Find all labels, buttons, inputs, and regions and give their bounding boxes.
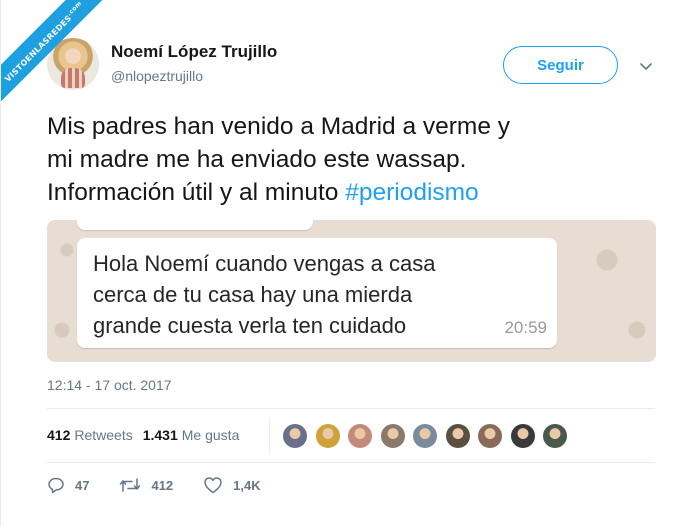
- tweet-card: VISTOENLASREDES.com Noemí López Trujillo…: [0, 0, 700, 526]
- user-handle[interactable]: @nlopeztrujillo: [111, 68, 203, 84]
- user-name[interactable]: Noemí López Trujillo: [111, 42, 277, 62]
- divider: [47, 462, 655, 463]
- like-count: 1,4K: [233, 477, 261, 493]
- liker-avatar[interactable]: [477, 423, 503, 449]
- liker-avatar[interactable]: [282, 423, 308, 449]
- retweets-stat[interactable]: 412 Retweets: [47, 427, 133, 443]
- follow-button[interactable]: Seguir: [503, 46, 618, 84]
- heart-icon: [204, 477, 222, 494]
- watermark-text: VISTOENLASREDES.com: [1, 0, 109, 107]
- liker-avatar[interactable]: [444, 423, 471, 449]
- message-line: grande cuesta verla ten cuidado: [93, 313, 407, 338]
- message-time: 20:59: [504, 318, 547, 337]
- chevron-down-icon[interactable]: [638, 58, 654, 74]
- previous-message-bubble: [77, 220, 313, 230]
- tweet-stats: 412 Retweets 1.431 Me gusta: [47, 427, 249, 443]
- liker-avatar[interactable]: [379, 423, 406, 449]
- likes-stat[interactable]: 1.431 Me gusta: [143, 427, 240, 443]
- retweet-icon: [120, 478, 141, 492]
- hashtag-link[interactable]: #periodismo: [345, 179, 478, 206]
- divider: [47, 408, 655, 409]
- reply-count: 47: [75, 477, 90, 493]
- tweet-line: Mis padres han venido a Madrid a verme y: [47, 113, 510, 140]
- liker-avatars: [282, 423, 575, 449]
- whatsapp-message-bubble: Hola Noemí cuando vengas a casa cerca de…: [77, 238, 557, 348]
- retweet-button[interactable]: 412: [119, 476, 173, 494]
- liker-avatar[interactable]: [509, 423, 536, 449]
- message-line: Hola Noemí cuando vengas a casa: [93, 251, 436, 276]
- tweet-image[interactable]: Hola Noemí cuando vengas a casa cerca de…: [47, 220, 656, 362]
- reply-button[interactable]: 47: [47, 476, 89, 494]
- tweet-text: Mis padres han venido a Madrid a verme y…: [47, 110, 667, 209]
- liker-avatar[interactable]: [542, 423, 568, 449]
- like-button[interactable]: 1,4K: [203, 476, 261, 494]
- tweet-timestamp[interactable]: 12:14 - 17 oct. 2017: [47, 377, 172, 393]
- liker-avatar[interactable]: [314, 423, 341, 449]
- retweet-count: 412: [151, 477, 174, 493]
- tweet-line: Información útil y al minuto #periodismo: [47, 179, 479, 206]
- tweet-actions: 47 412 1,4K: [47, 476, 291, 494]
- message-text: Hola Noemí cuando vengas a casa cerca de…: [93, 248, 523, 341]
- message-line: cerca de tu casa hay una mierda: [93, 282, 413, 307]
- liker-avatar[interactable]: [412, 423, 438, 449]
- tweet-line: mi madre me ha enviado este wassap.: [47, 146, 467, 173]
- watermark-ribbon: VISTOENLASREDES.com: [1, 0, 111, 110]
- divider: [269, 418, 270, 454]
- reply-icon: [48, 477, 64, 494]
- liker-avatar[interactable]: [347, 423, 373, 449]
